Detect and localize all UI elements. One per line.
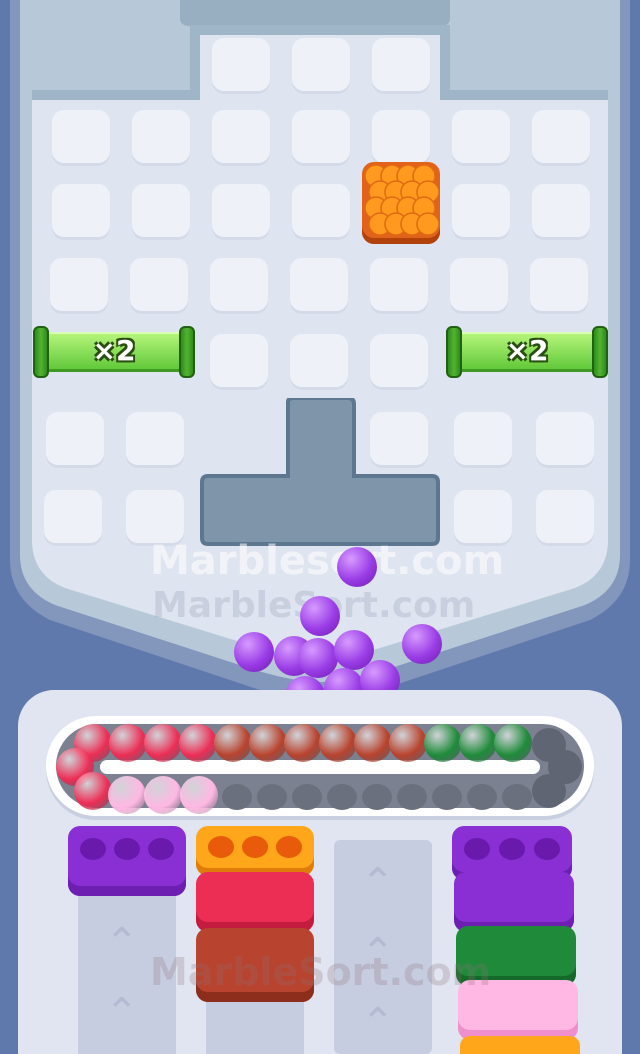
board-tile — [292, 38, 350, 94]
empty-slot — [502, 784, 532, 810]
conveyor-marble — [459, 724, 497, 762]
board-tile — [212, 38, 270, 94]
bin-3-chevron-up-icon: ⌃ — [361, 860, 395, 906]
empty-slot — [397, 784, 427, 810]
purple-marble — [402, 624, 442, 664]
board-tile — [370, 334, 428, 390]
conveyor-marble — [249, 724, 287, 762]
bin-2-hole-1 — [208, 836, 234, 858]
board-tile — [454, 412, 512, 468]
board-tile — [130, 258, 188, 314]
conveyor-marble — [179, 724, 217, 762]
board-tile — [44, 490, 102, 546]
board-tile — [212, 184, 270, 240]
bin-4-hole-3 — [534, 838, 560, 860]
board-tile — [532, 184, 590, 240]
multiplier-right: ×2 — [446, 326, 608, 378]
conveyor-marble — [319, 724, 357, 762]
bin-2-lid-orange[interactable] — [196, 826, 314, 876]
bin-4-hole-2 — [499, 838, 525, 860]
conveyor-marble — [108, 776, 146, 814]
board-tile — [46, 412, 104, 468]
board-tile — [372, 110, 430, 166]
board-tile — [210, 258, 268, 314]
empty-slot — [292, 784, 322, 810]
multiplier-right-label: ×2 — [505, 334, 549, 367]
board-tile — [132, 184, 190, 240]
board-tile — [50, 258, 108, 314]
bin-3-chevron-up-icon-2: ⌃ — [361, 930, 395, 976]
board-tile — [52, 110, 110, 166]
bin-2-stack-brown — [196, 928, 314, 1002]
conveyor-marble — [180, 776, 218, 814]
board-tile — [126, 490, 184, 546]
board-tile — [372, 38, 430, 94]
conveyor-marble — [494, 724, 532, 762]
bin-1-lid-purple[interactable] — [68, 826, 186, 896]
board-tile — [454, 490, 512, 546]
purple-marble — [234, 632, 274, 672]
board-tile — [536, 412, 594, 468]
empty-slot — [467, 784, 497, 810]
board-tile — [370, 258, 428, 314]
conveyor-marble — [354, 724, 392, 762]
empty-slot — [532, 774, 566, 808]
board-tile — [290, 258, 348, 314]
conveyor-marble — [74, 772, 112, 810]
multiplier-left-label: ×2 — [92, 334, 136, 367]
conveyor-marble — [389, 724, 427, 762]
conveyor-marble — [214, 724, 252, 762]
empty-slot — [257, 784, 287, 810]
empty-slot — [222, 784, 252, 810]
bin-1-hole-1 — [80, 838, 106, 860]
board-tile — [210, 334, 268, 390]
empty-slot — [362, 784, 392, 810]
purple-marble — [337, 547, 377, 587]
conveyor-marble — [144, 724, 182, 762]
bin-3-chevron-up-icon-3: ⌃ — [361, 1000, 395, 1046]
bin-1-hole-2 — [114, 838, 140, 860]
board-tile — [292, 110, 350, 166]
board-tile — [530, 258, 588, 314]
conveyor-marble — [144, 776, 182, 814]
bin-4-stack-orange — [460, 1036, 580, 1054]
purple-marble — [300, 596, 340, 636]
conveyor-divider — [100, 760, 540, 774]
orange-marble — [416, 212, 440, 236]
empty-slot — [327, 784, 357, 810]
orange-marbles-cluster — [364, 164, 440, 236]
conveyor-marble — [284, 724, 322, 762]
t-shaped-drain — [200, 398, 440, 546]
board-tile — [450, 258, 508, 314]
board-tile — [290, 334, 348, 390]
bin-2-hole-2 — [242, 836, 268, 858]
board-tile — [536, 490, 594, 546]
empty-slot — [432, 784, 462, 810]
board-tile — [132, 110, 190, 166]
board-tile — [52, 184, 110, 240]
board-tile — [452, 110, 510, 166]
bin-4-stack-green — [456, 926, 576, 986]
bin-4-hole-1 — [464, 838, 490, 860]
board-tile — [212, 110, 270, 166]
bin-2-stack-red — [196, 872, 314, 932]
bin-2-hole-3 — [276, 836, 302, 858]
bin-4-stack-pink — [458, 980, 578, 1040]
board-tile — [126, 412, 184, 468]
board-tile — [452, 184, 510, 240]
bin-1-chevron-up-icon-2: ⌃ — [105, 990, 139, 1036]
conveyor-marble — [424, 724, 462, 762]
board-tile — [292, 184, 350, 240]
conveyor-marble — [109, 724, 147, 762]
orange-marble-block[interactable] — [362, 162, 440, 244]
bin-4-stack-purple — [454, 872, 574, 932]
bin-1-hole-3 — [148, 838, 174, 860]
multiplier-left: ×2 — [33, 326, 195, 378]
board-tile — [532, 110, 590, 166]
bin-1-chevron-up-icon: ⌃ — [105, 920, 139, 966]
